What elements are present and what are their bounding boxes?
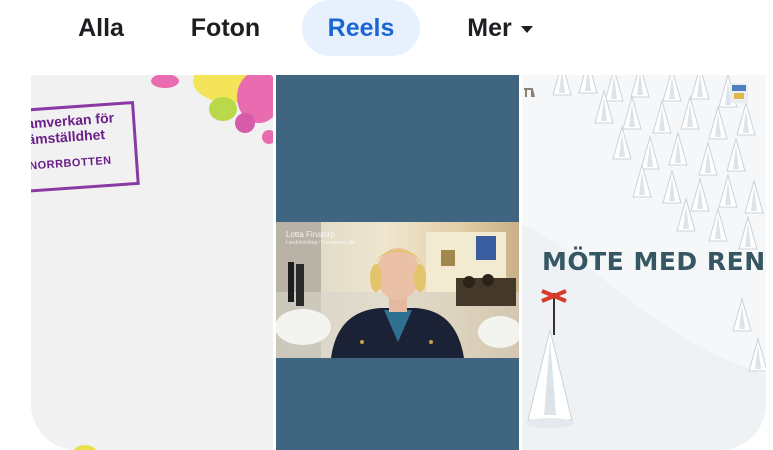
sticker-stamp: amverkan för ämställdhet NORRBOTTEN <box>31 100 140 194</box>
chevron-down-icon <box>520 26 533 33</box>
tab-label: Alla <box>78 13 124 42</box>
tab-label: Foton <box>190 13 261 42</box>
tab-mer[interactable]: Mer <box>444 0 556 56</box>
reel-thumbnail-1[interactable]: amverkan för ämställdhet NORRBOTTEN <box>31 75 273 450</box>
reel-thumbnail-3[interactable]: MÖTE MED REN <box>522 75 766 450</box>
speaker-title: Landshövding i Norrbottens län <box>286 240 356 246</box>
tab-reels[interactable]: Reels <box>302 0 420 56</box>
tab-foton[interactable]: Foton <box>168 0 283 56</box>
tab-label: Reels <box>327 13 395 42</box>
reel-thumbnail-2[interactable]: Lotta Finstorp Landshövding i Norrbotten… <box>276 75 519 450</box>
filter-tabs: Alla Foton Reels Mer <box>0 0 773 62</box>
tab-label: Mer <box>467 13 512 42</box>
reel-title: MÖTE MED REN <box>542 247 766 276</box>
video-frame: Lotta Finstorp Landshövding i Norrbotten… <box>276 222 519 358</box>
speaker-name: Lotta Finstorp <box>286 230 335 239</box>
tab-alla[interactable]: Alla <box>60 0 142 56</box>
stamp-line-3: NORRBOTTEN <box>31 154 113 173</box>
reels-grid: amverkan för ämställdhet NORRBOTTEN Lott… <box>31 75 766 450</box>
